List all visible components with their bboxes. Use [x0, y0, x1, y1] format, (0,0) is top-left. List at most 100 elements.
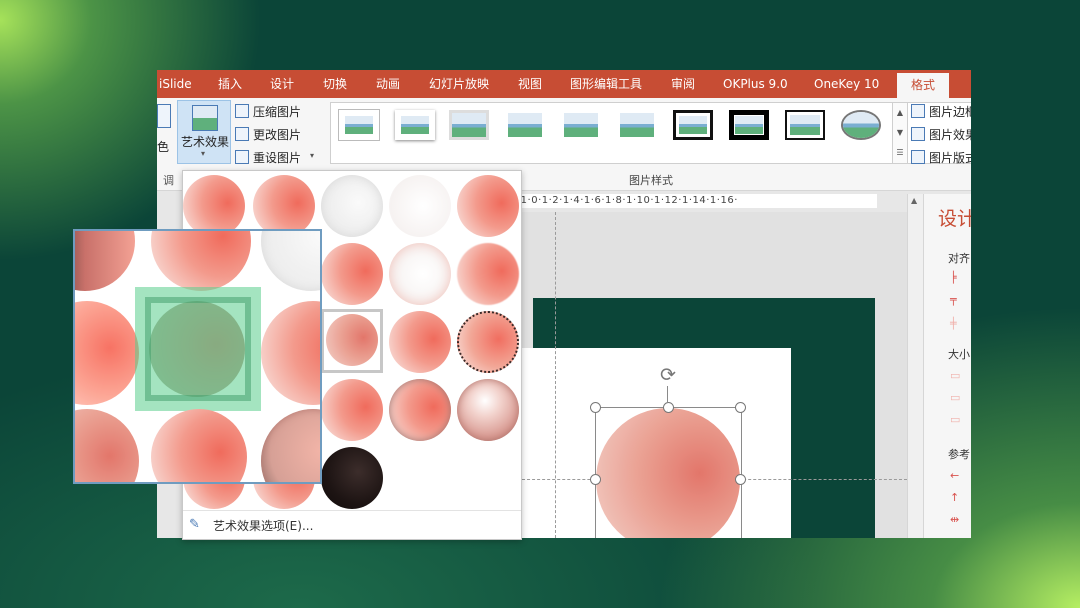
gallery-scroll[interactable]: ▲ ▼ ☰: [892, 102, 908, 164]
rotate-handle-icon[interactable]: ⟳: [657, 364, 679, 386]
effects-icon: [911, 127, 925, 141]
picture-styles-group-label: 图片样式: [629, 174, 673, 187]
align-left-icon[interactable]: ╞: [950, 272, 964, 284]
effect-none[interactable]: [183, 175, 245, 237]
artistic-effects-button[interactable]: 艺术效果 ▾: [177, 100, 231, 164]
effect-paint-brush[interactable]: [457, 243, 519, 305]
distribute-icon[interactable]: ⇹: [950, 514, 964, 526]
chevron-up-icon[interactable]: ▲: [911, 196, 917, 205]
chevron-down-icon: ▾: [310, 151, 315, 160]
pencil-icon: [911, 104, 925, 118]
layout-icon: [911, 150, 925, 164]
resize-handle[interactable]: [735, 474, 746, 485]
effect-film-grain: [326, 314, 378, 366]
reset-picture-icon: [235, 150, 249, 164]
artistic-effects-label: 艺术效果: [181, 135, 230, 149]
tab-animations[interactable]: 动画: [376, 70, 400, 98]
tab-format[interactable]: 格式: [897, 73, 950, 98]
picture-layout-button[interactable]: 图片版式: [929, 149, 971, 166]
effect-pencil-grayscale[interactable]: [321, 175, 383, 237]
effect-selected-frame[interactable]: [321, 309, 383, 373]
tab-view[interactable]: 视图: [518, 70, 542, 98]
color-label: 色: [157, 140, 170, 154]
reset-picture-button[interactable]: 重设图片: [253, 149, 301, 166]
tab-okplus[interactable]: OKPlus 9.0: [723, 70, 788, 98]
effect-chalk-sketch[interactable]: [321, 243, 383, 305]
tab-review[interactable]: 审阅: [671, 70, 695, 98]
effect-glass[interactable]: [457, 379, 519, 441]
tab-insert[interactable]: 插入: [218, 70, 242, 98]
tab-transitions[interactable]: 切换: [323, 70, 347, 98]
rotate-stem: [667, 386, 668, 402]
size-both-icon[interactable]: ▭: [950, 414, 964, 426]
artistic-effects-options-label: 艺术效果选项(E)...: [213, 519, 314, 533]
color-icon[interactable]: [157, 104, 171, 128]
ribbon-tab-bar: iSlide 插入 设计 切换 动画 幻灯片放映 视图 图形编辑工具 审阅 OK…: [157, 70, 971, 98]
artistic-effects-options[interactable]: ✎ 艺术效果选项(E)...: [183, 510, 521, 539]
brush-icon: ✎: [189, 517, 200, 532]
picture-style-thick-black-frame[interactable]: [673, 110, 713, 140]
horizontal-ruler: ·1·0·1·2·1·4·1·6·1·8·1·10·1·12·1·14·1·16…: [517, 194, 877, 208]
effect-texturizer[interactable]: [389, 379, 451, 441]
effect-photocopy[interactable]: [321, 447, 383, 509]
zoom-sphere: [261, 409, 320, 482]
change-picture-icon: [235, 127, 249, 141]
resize-handle[interactable]: [590, 474, 601, 485]
effect-paint-strokes[interactable]: [389, 243, 451, 305]
size-label: 大小: [948, 348, 970, 361]
chevron-down-icon: ▾: [201, 149, 206, 158]
picture-effects-button[interactable]: 图片效果: [929, 126, 971, 143]
picture-style-simple-frame-2[interactable]: [395, 110, 435, 140]
zoom-sphere: [75, 409, 139, 482]
size-width-icon[interactable]: ▭: [950, 370, 964, 382]
picture-style-simple-frame[interactable]: [339, 110, 379, 140]
align-top-icon[interactable]: ╤: [950, 294, 964, 306]
vertical-guide: [555, 212, 556, 538]
design-pane: 设计 对齐 ╞ ╤ ╪ 大小 ▭ ▭ ▭ 参考 ← ↑ ⇹: [923, 194, 971, 538]
tab-design[interactable]: 设计: [270, 70, 294, 98]
arrow-left-icon[interactable]: ←: [950, 470, 964, 482]
artistic-effects-icon: [192, 105, 218, 131]
picture-style-reflected-bevel[interactable]: [561, 110, 601, 140]
compress-pictures-button[interactable]: 压缩图片: [253, 103, 301, 120]
zoom-sphere: [75, 301, 139, 405]
size-height-icon[interactable]: ▭: [950, 392, 964, 404]
resize-handle[interactable]: [590, 402, 601, 413]
picture-style-black-frame[interactable]: [785, 110, 825, 140]
chevron-down-icon[interactable]: ▼: [893, 123, 907, 143]
tab-islide[interactable]: iSlide: [159, 70, 192, 98]
effect-line-drawing[interactable]: [457, 175, 519, 237]
vertical-scrollbar[interactable]: ▲: [907, 194, 924, 538]
picture-style-oval[interactable]: [841, 110, 881, 140]
align-label: 对齐: [948, 252, 970, 265]
zoom-inset: [73, 229, 322, 484]
effect-cement[interactable]: [321, 379, 383, 441]
more-icon[interactable]: ☰: [893, 143, 907, 163]
picture-style-reflected[interactable]: [505, 110, 545, 140]
picture-border-button[interactable]: 图片边框: [929, 103, 971, 120]
effect-glow-edges[interactable]: [457, 311, 519, 373]
picture-style-reflected-rounded[interactable]: [617, 110, 657, 140]
reference-label: 参考: [948, 448, 970, 461]
zoom-sphere: [151, 231, 251, 291]
chevron-up-icon[interactable]: ▲: [893, 103, 907, 123]
effect-glow-diffused[interactable]: [389, 311, 451, 373]
picture-style-double-black-frame[interactable]: [729, 110, 769, 140]
tab-shape-tools[interactable]: 图形编辑工具: [570, 70, 642, 98]
compress-icon: [235, 104, 249, 118]
arrow-up-icon[interactable]: ↑: [950, 492, 964, 504]
zoom-selection-highlight: [135, 287, 261, 411]
resize-handle[interactable]: [663, 402, 674, 413]
zoom-sphere: [261, 301, 320, 405]
tab-slideshow[interactable]: 幻灯片放映: [429, 70, 489, 98]
picture-styles-gallery: [330, 102, 971, 164]
adjust-group-label: 调: [163, 174, 174, 187]
tab-onekey[interactable]: OneKey 10: [814, 70, 879, 98]
align-middle-icon[interactable]: ╪: [950, 318, 964, 330]
effect-pencil-sketch[interactable]: [389, 175, 451, 237]
picture-style-soft-shadow[interactable]: [449, 110, 489, 140]
zoom-sphere: [261, 231, 320, 291]
change-picture-button[interactable]: 更改图片: [253, 126, 301, 143]
effect-marker[interactable]: [253, 175, 315, 237]
resize-handle[interactable]: [735, 402, 746, 413]
